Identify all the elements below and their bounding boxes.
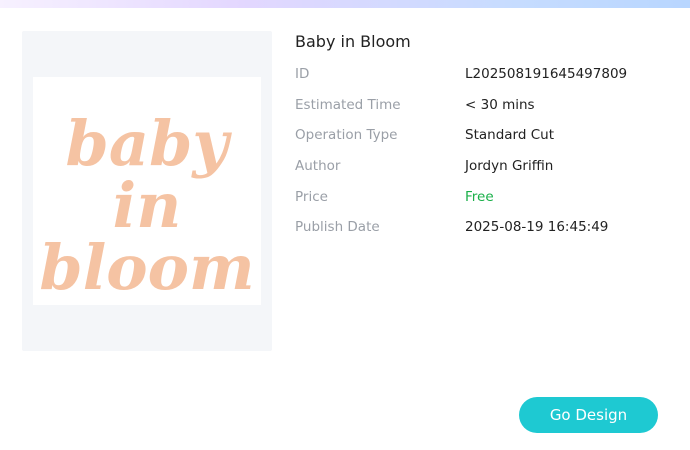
- detail-value-price: Free: [465, 188, 494, 205]
- detail-label: Estimated Time: [295, 96, 401, 113]
- detail-label: Author: [295, 158, 341, 175]
- details-list: ID L202508191645497809 Estimated Time < …: [295, 66, 675, 250]
- detail-row-operation-type: Operation Type Standard Cut: [295, 127, 675, 158]
- detail-row-publish-date: Publish Date 2025-08-19 16:45:49: [295, 219, 675, 250]
- go-design-button[interactable]: Go Design: [519, 397, 658, 433]
- design-title: Baby in Bloom: [295, 32, 411, 51]
- detail-row-price: Price Free: [295, 189, 675, 220]
- preview-panel: baby in bloom: [22, 31, 272, 351]
- detail-value-publish-date: 2025-08-19 16:45:49: [465, 219, 609, 236]
- design-preview-image[interactable]: baby in bloom: [33, 77, 261, 305]
- detail-label: Publish Date: [295, 219, 380, 236]
- detail-label: ID: [295, 66, 310, 82]
- detail-row-id: ID L202508191645497809: [295, 66, 675, 97]
- detail-label: Operation Type: [295, 127, 398, 144]
- baby-in-bloom-artwork: baby in bloom: [39, 107, 254, 304]
- detail-row-estimated-time: Estimated Time < 30 mins: [295, 97, 675, 128]
- detail-value-operation-type: Standard Cut: [465, 127, 554, 144]
- detail-label: Price: [295, 188, 328, 205]
- detail-value-author: Jordyn Griffin: [465, 158, 554, 175]
- top-gradient-bar: [0, 0, 690, 8]
- artwork-word-bloom: bloom: [39, 231, 254, 304]
- detail-value-estimated-time: < 30 mins: [465, 96, 535, 113]
- detail-row-author: Author Jordyn Griffin: [295, 158, 675, 189]
- detail-value-id: L202508191645497809: [465, 66, 628, 82]
